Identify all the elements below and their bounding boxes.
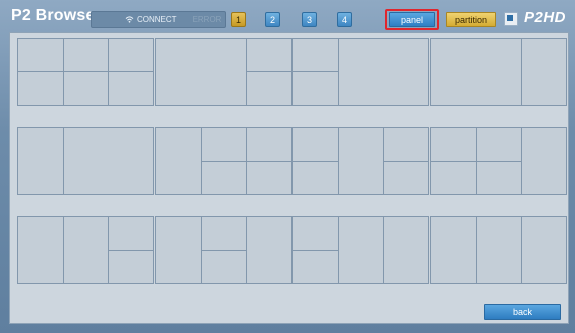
page-button-3[interactable]: 3 bbox=[302, 12, 317, 27]
status-connect: CONNECT bbox=[125, 15, 177, 24]
layout-preset-11[interactable] bbox=[292, 216, 429, 284]
p2hd-logo: P2HD bbox=[524, 9, 567, 26]
layout-preset-6[interactable] bbox=[155, 127, 292, 195]
layout-preset-1[interactable] bbox=[17, 38, 154, 106]
page-button-2[interactable]: 2 bbox=[265, 12, 280, 27]
page-button-4[interactable]: 4 bbox=[337, 12, 352, 27]
window-icon[interactable] bbox=[504, 12, 518, 26]
layout-preset-5[interactable] bbox=[17, 127, 154, 195]
page-button-1[interactable]: 1 bbox=[231, 12, 246, 27]
status-connect-label: CONNECT bbox=[137, 15, 177, 24]
wifi-icon bbox=[125, 16, 134, 23]
app-title: P2 Browser bbox=[11, 7, 102, 24]
connection-status: CONNECT ERROR bbox=[91, 11, 226, 28]
layout-preset-12[interactable] bbox=[430, 216, 567, 284]
header-bar: P2 Browser CONNECT ERROR 1 2 3 4 panel p… bbox=[0, 0, 575, 33]
layout-preset-7[interactable] bbox=[292, 127, 429, 195]
layout-preset-2[interactable] bbox=[155, 38, 292, 106]
layout-preset-9[interactable] bbox=[17, 216, 154, 284]
partition-button[interactable]: partition bbox=[446, 12, 496, 27]
layout-preset-3[interactable] bbox=[292, 38, 429, 106]
layout-preset-4[interactable] bbox=[430, 38, 567, 106]
status-error-label: ERROR bbox=[192, 15, 222, 24]
layout-preset-8[interactable] bbox=[430, 127, 567, 195]
back-button[interactable]: back bbox=[484, 304, 561, 320]
layout-preset-10[interactable] bbox=[155, 216, 292, 284]
p2-browser-window: P2 Browser CONNECT ERROR 1 2 3 4 panel p… bbox=[0, 0, 575, 333]
panel-button[interactable]: panel bbox=[389, 12, 435, 27]
